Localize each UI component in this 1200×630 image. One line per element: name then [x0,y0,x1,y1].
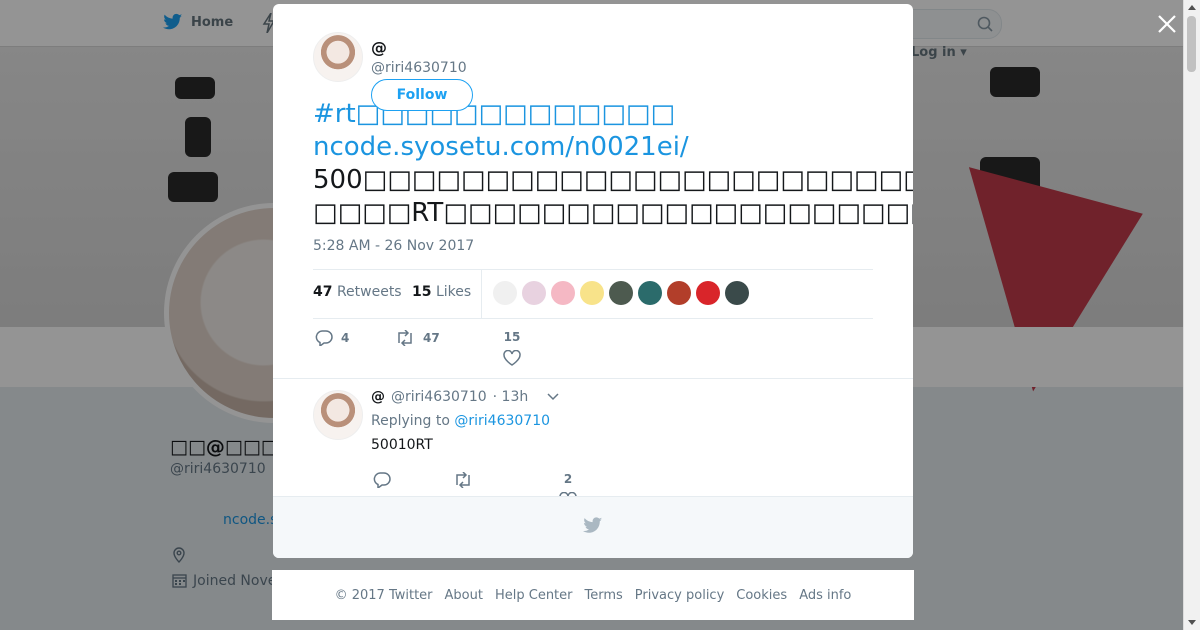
retweet-icon [456,472,470,488]
reply-author-handle[interactable]: @riri4630710 [391,389,487,405]
twitter-bird-icon [583,517,603,533]
scrollbar[interactable] [1183,0,1200,630]
footer-about[interactable]: About [445,588,483,603]
liker-avatar[interactable] [696,281,720,305]
reply-button[interactable] [373,472,391,488]
scrollbar-thumb[interactable] [1187,16,1196,72]
reply-text: 50010RT [371,437,433,453]
modal-footer [273,496,913,558]
liker-avatar[interactable] [551,281,575,305]
likes-stat[interactable]: 15 Likes [412,284,471,300]
footer-help[interactable]: Help Center [495,588,573,603]
liker-avatar[interactable] [580,281,604,305]
likers-list [493,281,749,305]
tweet-author-avatar[interactable] [313,32,363,82]
footer-cookies[interactable]: Cookies [736,588,787,603]
replying-to: Replying to @riri4630710 [371,413,551,429]
tweet-text-line: □□□□RT□□□□□□□□□□□□□□□□□□□□□□□□… [313,198,913,228]
retweets-stat[interactable]: 47 Retweets [313,284,402,300]
footer-privacy[interactable]: Privacy policy [635,588,724,603]
liker-avatar[interactable] [725,281,749,305]
site-footer: © 2017 Twitter About Help Center Terms P… [272,570,914,620]
divider [273,378,913,379]
tweet-author-name[interactable]: @ [371,38,387,57]
close-icon[interactable] [1155,12,1179,36]
tweet-text-line: 500□□□□□□□□□□□□□□□□□□□□□□□□ [313,165,913,195]
reply-header: @ @riri4630710 · 13h [371,389,564,405]
liker-avatar[interactable] [638,281,662,305]
follow-button[interactable]: Follow [371,79,473,111]
liker-avatar[interactable] [667,281,691,305]
reply-button[interactable]: 4 [315,330,349,346]
tweet-actions: 4 47 15 [313,326,873,366]
retweet-button[interactable] [453,472,473,488]
reply-author-avatar[interactable] [313,390,363,440]
footer-ads[interactable]: Ads info [799,588,851,603]
retweet-button[interactable]: 47 [395,330,440,346]
liker-avatar[interactable] [522,281,546,305]
footer-terms[interactable]: Terms [585,588,623,603]
like-button[interactable]: 15 [503,330,521,366]
tweet-text: #rt□□□□□□□□□□□□□ ncode.syosetu.com/n0021… [313,98,913,230]
liker-avatar[interactable] [493,281,517,305]
reply-icon [315,330,333,346]
heart-icon [503,350,521,366]
reply-icon [373,472,391,488]
liker-avatar[interactable] [609,281,633,305]
tweet-stats: 47 Retweets 15 Likes [313,269,873,319]
chevron-down-icon[interactable] [534,391,564,403]
replying-to-handle[interactable]: @riri4630710 [454,413,550,429]
tweet-author-handle[interactable]: @riri4630710 [371,60,467,76]
tweet-timestamp[interactable]: 5:28 AM - 26 Nov 2017 [313,238,474,254]
reply-time[interactable]: · 13h [493,389,529,405]
footer-copyright: © 2017 Twitter [334,587,433,603]
retweet-icon [398,330,412,346]
reply-author-name[interactable]: @ [371,389,385,405]
tweet-link[interactable]: ncode.syosetu.com/n0021ei/ [313,131,873,164]
tweet-modal: @ @riri4630710 #rt□□□□□□□□□□□□□ ncode.sy… [273,4,913,558]
